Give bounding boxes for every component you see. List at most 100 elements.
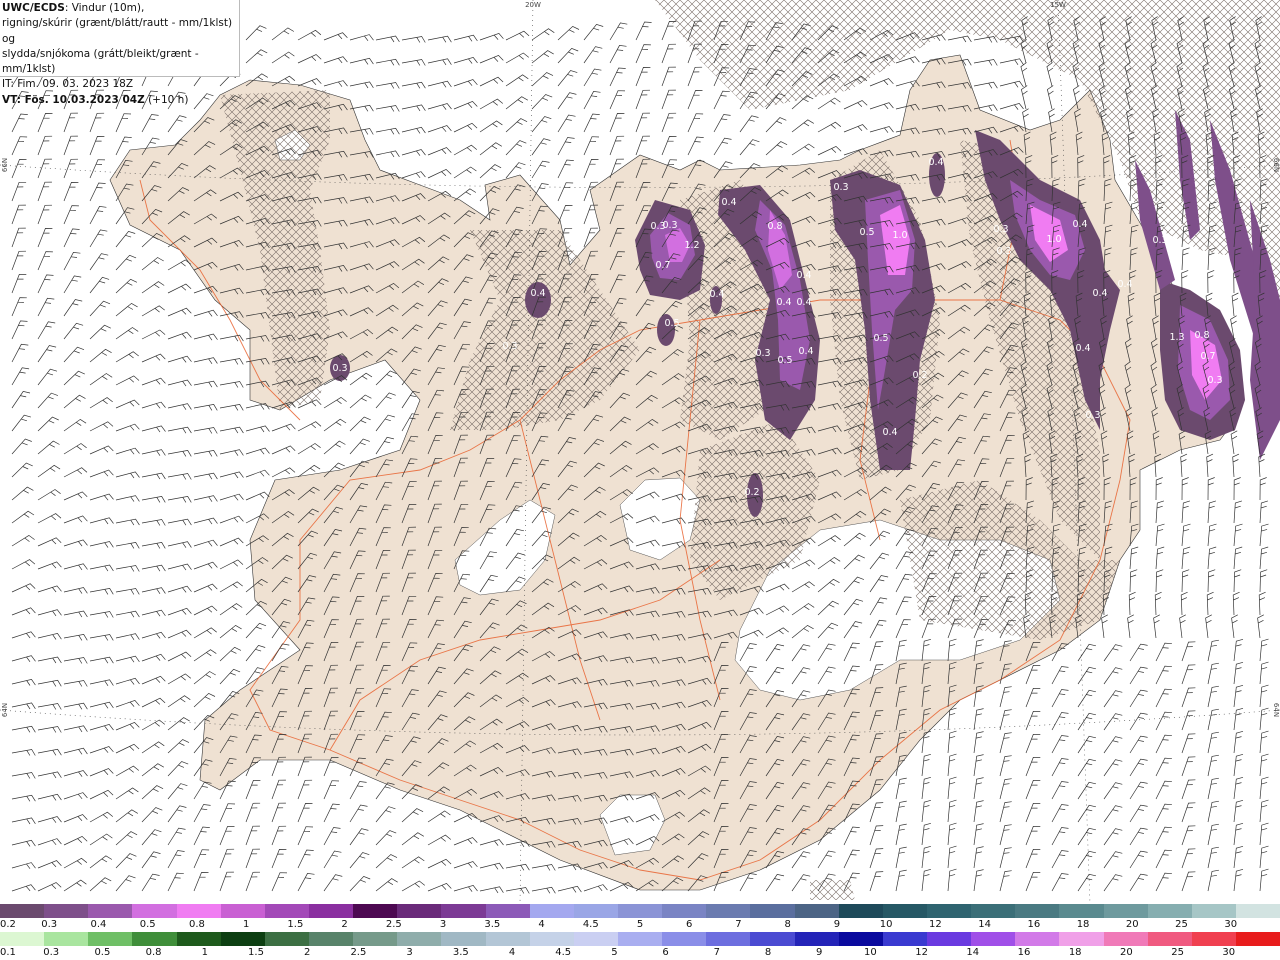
wind-barb: [37, 816, 62, 823]
wind-barb: [1259, 661, 1269, 685]
wind-barb: [89, 811, 114, 823]
wind-barb: [1025, 757, 1041, 777]
wind-barb: [947, 707, 957, 731]
wind-barb: [141, 281, 165, 294]
wind-barb: [245, 780, 261, 800]
label-66n-left: 66N: [1, 158, 9, 172]
wind-barb: [63, 515, 88, 524]
wind-barb: [193, 872, 209, 892]
rain-scale-tick-label: 2: [304, 947, 311, 958]
wind-barb: [141, 257, 164, 271]
wind-barb: [583, 136, 600, 156]
wind-barb: [193, 583, 218, 593]
wind-barb: [1207, 846, 1219, 869]
wind-barb: [609, 67, 626, 87]
wind-barb: [531, 138, 551, 156]
wind-barb: [973, 708, 984, 731]
wind-barb: [999, 709, 1012, 731]
snow-scale-tick-label: 4.5: [582, 919, 599, 930]
snow-scale-tick-label: 18: [1076, 919, 1090, 930]
wind-barb: [89, 182, 106, 202]
wind-barb: [219, 358, 244, 365]
rain-scale-tick-label: 14: [966, 947, 980, 958]
wind-barb: [1259, 753, 1269, 777]
wind-barb: [1025, 826, 1041, 846]
wind-barb: [11, 274, 27, 294]
wind-barb: [349, 875, 371, 892]
rain-scale-tick-label: 8: [764, 947, 772, 958]
wind-barb: [1051, 873, 1069, 892]
wind-barb: [37, 416, 59, 432]
rain-scale-tick-label: 25: [1171, 947, 1184, 958]
precip-value-label: 1.0: [1046, 234, 1061, 245]
wind-barb: [219, 624, 242, 639]
wind-barb: [141, 785, 164, 800]
wind-barb: [1155, 523, 1165, 547]
precip-value-label: 0.2: [744, 487, 759, 498]
wind-barb: [89, 768, 114, 777]
wind-barb: [1025, 872, 1041, 892]
wind-barb: [1155, 780, 1172, 800]
wind-barb: [1077, 666, 1096, 685]
wind-barb: [115, 542, 140, 549]
wind-barb: [453, 144, 478, 156]
snow-scale-swatch: [573, 904, 618, 918]
wind-barb: [297, 443, 321, 455]
wind-barb: [947, 868, 957, 892]
wind-barb: [89, 517, 114, 525]
wind-barb: [1257, 614, 1264, 639]
wind-barb: [895, 777, 907, 800]
wind-barb: [115, 327, 139, 340]
wind-barb: [11, 343, 29, 363]
wind-barb: [557, 159, 574, 179]
wind-barb: [1259, 730, 1269, 754]
wind-barb: [427, 35, 452, 43]
snow-scale-tick-label: 4: [538, 919, 545, 930]
wind-barb: [1259, 546, 1269, 570]
wind-barb: [37, 321, 56, 340]
wind-barb: [869, 871, 884, 892]
wind-barb: [11, 862, 36, 869]
model-name: UWC/ECDS: [2, 2, 65, 14]
wind-barb: [401, 880, 426, 892]
wind-barb: [1051, 804, 1069, 823]
wind-barb: [297, 421, 322, 432]
wind-barb: [973, 81, 998, 89]
wind-barb: [1101, 614, 1108, 639]
wind-barb: [89, 421, 114, 432]
wind-barb: [37, 274, 54, 294]
wind-barb: [1233, 730, 1244, 754]
wind-barb: [661, 43, 677, 64]
wind-barb: [89, 229, 108, 248]
wind-barb: [37, 513, 62, 524]
wind-barb: [141, 496, 166, 503]
wind-barb: [401, 81, 426, 89]
wind-barb: [167, 355, 192, 363]
wind-barb: [1153, 614, 1160, 639]
wind-barb: [63, 539, 88, 547]
wind-barb: [193, 671, 216, 685]
wind-barb: [167, 651, 192, 662]
wind-barb: [1181, 500, 1191, 524]
wind-barb: [37, 838, 62, 846]
wind-barb: [167, 473, 192, 480]
wind-barb: [869, 848, 884, 869]
wind-barb: [141, 631, 166, 639]
precip-value-label: 0.4: [796, 297, 811, 308]
rain-scale-tick-label: 2.5: [350, 947, 367, 958]
wind-barb: [167, 307, 192, 317]
wind-barb: [921, 776, 931, 800]
wind-barb: [479, 32, 504, 41]
wind-barb: [453, 861, 478, 869]
wind-barb: [1181, 848, 1196, 869]
wind-barb: [1233, 523, 1243, 547]
wind-barb: [193, 561, 218, 570]
wind-barb: [11, 679, 36, 686]
wind-barb: [687, 66, 703, 87]
wind-barb: [843, 849, 860, 869]
wind-barb: [427, 858, 452, 869]
precip-value-label: 0.5: [859, 227, 874, 238]
wind-barb: [479, 886, 504, 894]
wind-barb: [11, 250, 27, 271]
wind-barb: [1233, 569, 1242, 593]
